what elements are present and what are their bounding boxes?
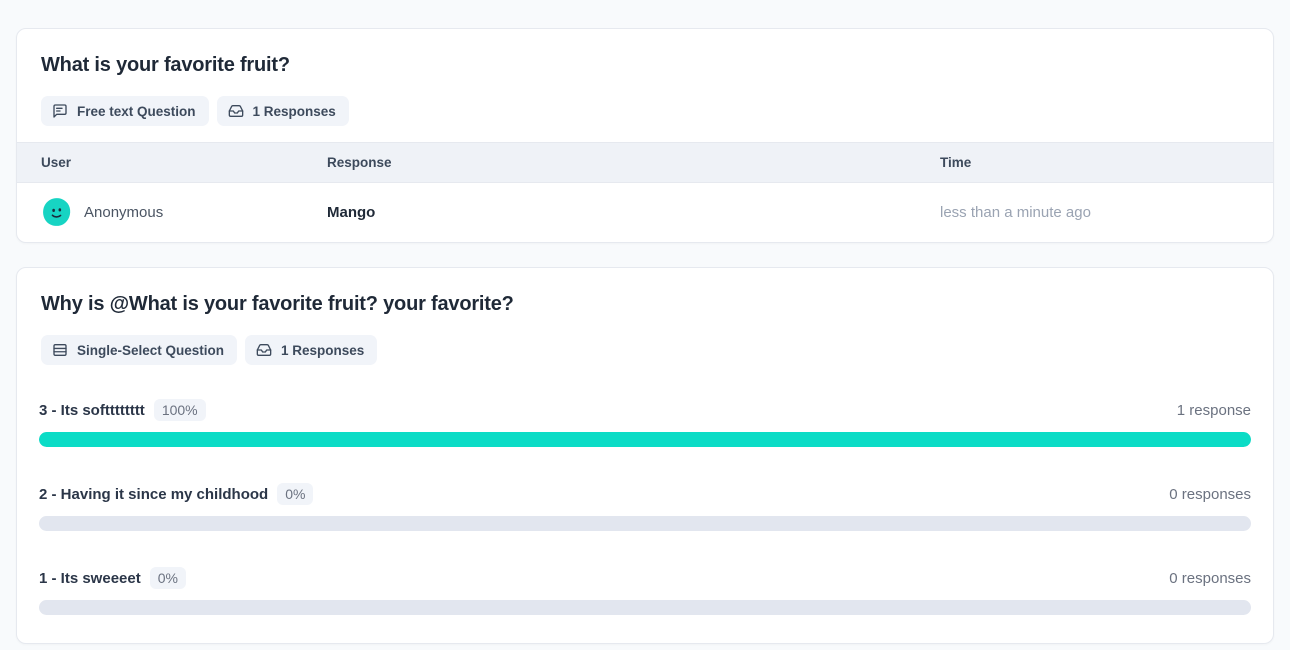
- table-body: Anonymous Mango less than a minute ago: [17, 183, 1273, 243]
- question-type-label: Single-Select Question: [77, 342, 225, 358]
- table-header-row: User Response Time: [17, 142, 1273, 183]
- message-square-icon: [52, 103, 68, 119]
- poll-option-row: 2 - Having it since my childhood 0% 0 re…: [39, 475, 1251, 531]
- poll-option-left: 2 - Having it since my childhood 0%: [39, 483, 314, 505]
- response-count-label: 1 Responses: [252, 103, 336, 119]
- poll-option-row: 3 - Its softttttttt 100% 1 response: [39, 391, 1251, 447]
- poll-option-bar-track: [39, 516, 1251, 531]
- cell-time: less than a minute ago: [940, 183, 1273, 243]
- poll-option-row: 1 - Its sweeeet 0% 0 responses: [39, 559, 1251, 615]
- poll-results: 3 - Its softttttttt 100% 1 response 2 - …: [17, 381, 1273, 643]
- poll-option-bar-track: [39, 600, 1251, 615]
- user-name: Anonymous: [84, 204, 164, 221]
- question-card-free-text: What is your favorite fruit? Free text Q…: [16, 28, 1274, 243]
- question-type-badge: Free text Question: [41, 96, 209, 126]
- table-header: User Response Time: [17, 142, 1273, 183]
- page-title: Why is @What is your favorite fruit? you…: [41, 293, 514, 315]
- poll-option-header: 2 - Having it since my childhood 0% 0 re…: [39, 483, 1251, 505]
- question-header: Why is @What is your favorite fruit? you…: [17, 268, 1273, 381]
- question-card-single-select: Why is @What is your favorite fruit? you…: [16, 267, 1274, 644]
- column-header-user: User: [17, 142, 327, 183]
- question-meta-badges: Single-Select Question 1 Responses: [41, 335, 1249, 365]
- poll-option-left: 3 - Its softttttttt 100%: [39, 399, 206, 421]
- anonymous-blob-avatar-icon: [43, 198, 71, 226]
- poll-option-bar-fill: [39, 432, 1251, 447]
- poll-option-count: 1 response: [1176, 401, 1251, 419]
- poll-option-header: 3 - Its softttttttt 100% 1 response: [39, 399, 1251, 421]
- user-identity: Anonymous: [41, 197, 327, 228]
- response-value: Mango: [327, 204, 376, 221]
- page-title: What is your favorite fruit?: [41, 54, 290, 76]
- rows-list-icon: [52, 342, 68, 358]
- poll-option-bar-track: [39, 432, 1251, 447]
- poll-option-percent: 0%: [277, 483, 314, 505]
- table-row: Anonymous Mango less than a minute ago: [17, 183, 1273, 243]
- poll-option-header: 1 - Its sweeeet 0% 0 responses: [39, 567, 1251, 589]
- cell-response: Mango: [327, 183, 940, 243]
- cell-user: Anonymous: [17, 183, 327, 243]
- column-header-response: Response: [327, 142, 940, 183]
- poll-option-percent: 100%: [153, 399, 206, 421]
- question-type-label: Free text Question: [77, 103, 196, 119]
- avatar: [41, 197, 72, 228]
- response-count-badge: 1 Responses: [216, 96, 349, 126]
- responses-table: User Response Time Anonymous Mango less …: [17, 142, 1273, 242]
- poll-option-count: 0 responses: [1169, 485, 1251, 503]
- inbox-icon: [228, 103, 244, 119]
- question-type-badge: Single-Select Question: [41, 335, 238, 365]
- poll-option-label: 1 - Its sweeeet: [39, 570, 141, 587]
- poll-option-left: 1 - Its sweeeet 0%: [39, 567, 186, 589]
- response-count-label: 1 Responses: [281, 342, 365, 358]
- poll-option-label: 3 - Its softttttttt: [39, 402, 145, 419]
- results-page: What is your favorite fruit? Free text Q…: [0, 0, 1290, 650]
- response-count-badge: 1 Responses: [245, 335, 378, 365]
- question-header: What is your favorite fruit? Free text Q…: [17, 29, 1273, 142]
- question-meta-badges: Free text Question 1 Responses: [41, 96, 1249, 126]
- poll-option-label: 2 - Having it since my childhood: [39, 486, 269, 503]
- poll-option-count: 0 responses: [1169, 569, 1251, 587]
- response-time: less than a minute ago: [940, 204, 1091, 221]
- column-header-time: Time: [940, 142, 1273, 183]
- poll-option-percent: 0%: [149, 567, 186, 589]
- inbox-icon: [256, 342, 272, 358]
